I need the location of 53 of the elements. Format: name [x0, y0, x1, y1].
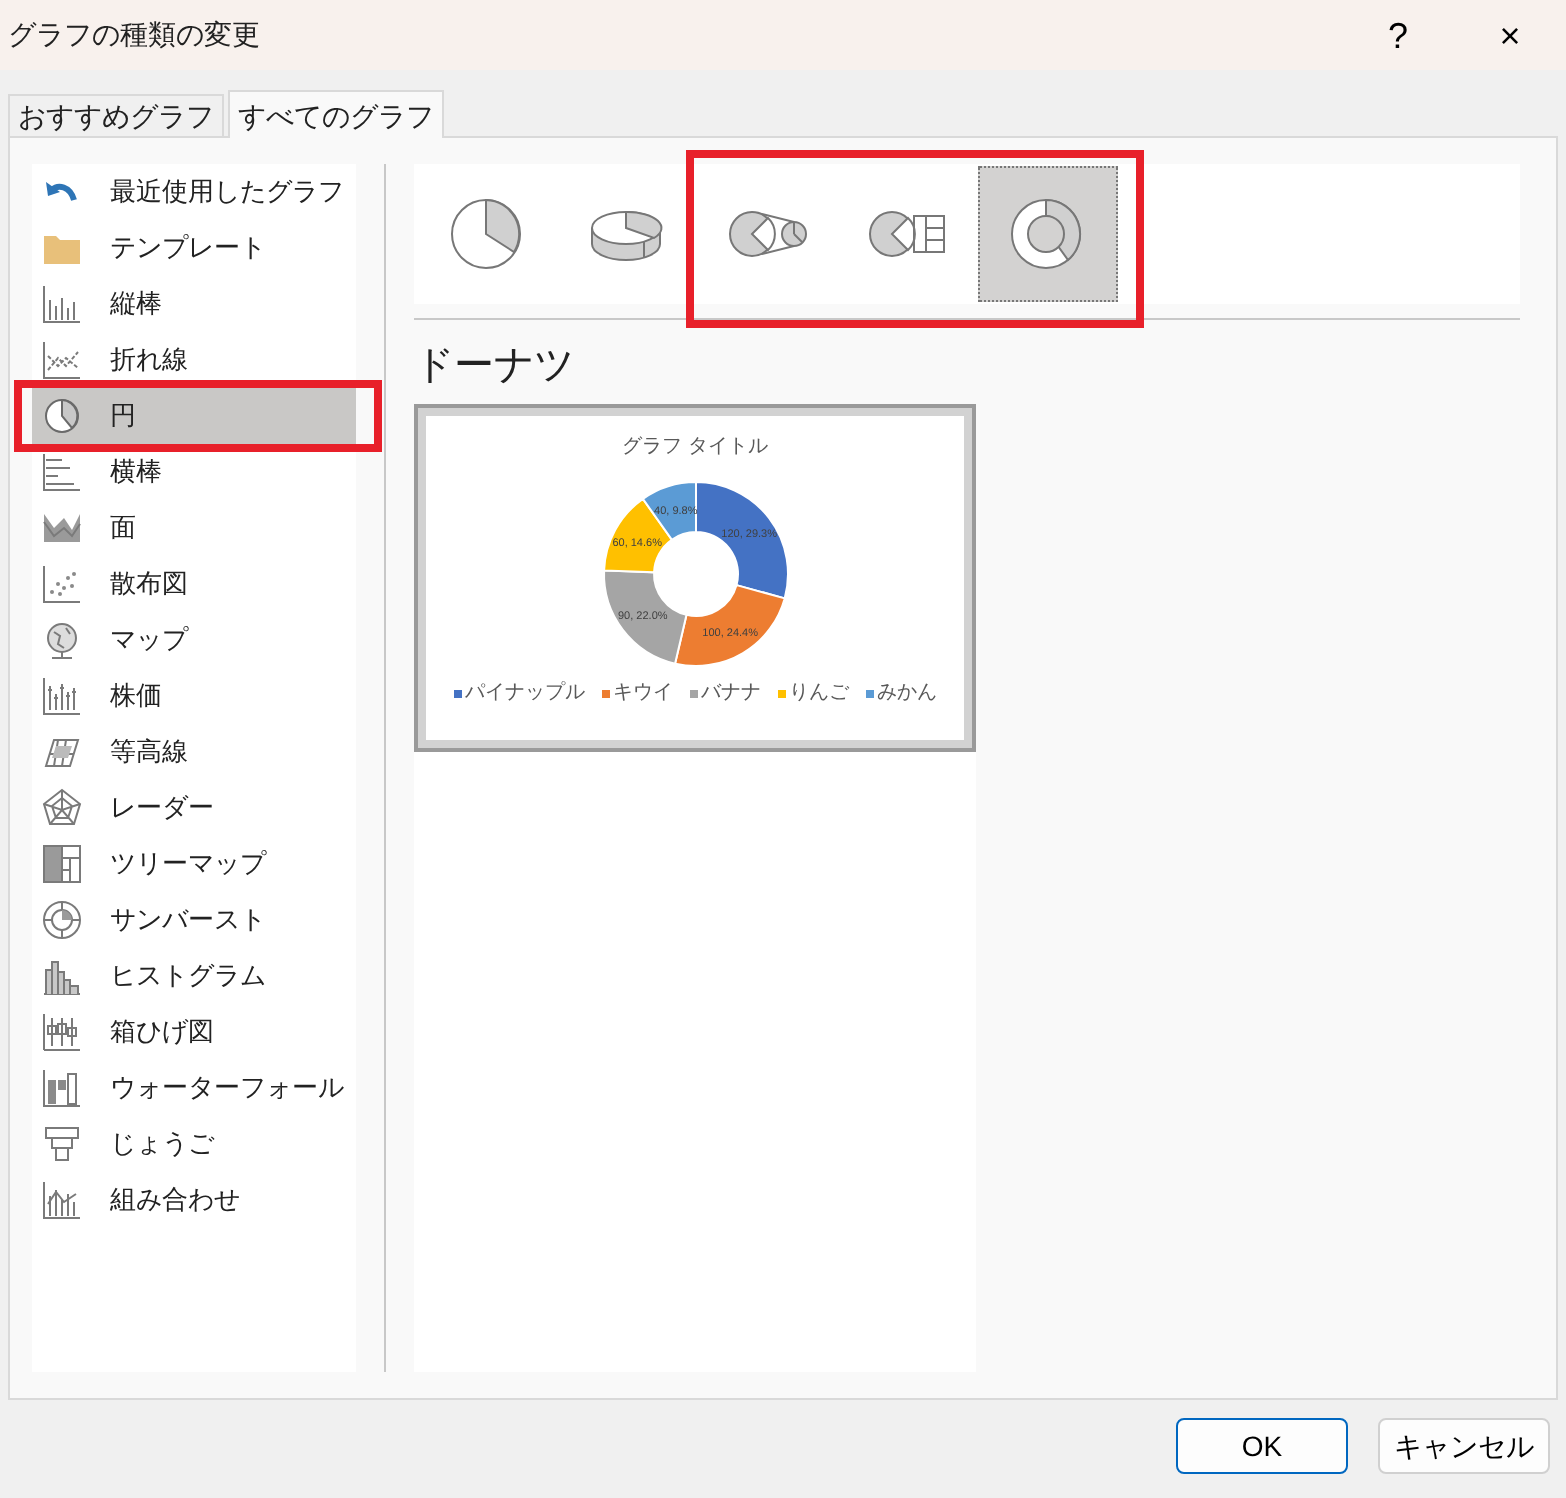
donut-slice	[602, 569, 687, 665]
tab[interactable]: すべてのグラフ	[228, 90, 444, 138]
sidebar-item[interactable]: 折れ線	[32, 332, 356, 388]
combo-chart-icon	[40, 1178, 84, 1222]
waterfall-chart-icon	[40, 1066, 84, 1110]
sidebar-item[interactable]: ウォーターフォール	[32, 1060, 356, 1116]
box-plot-icon	[40, 1010, 84, 1054]
sidebar-item[interactable]: レーダー	[32, 780, 356, 836]
legend-item: みかん	[865, 682, 937, 706]
sidebar-item[interactable]: 面	[32, 500, 356, 556]
scatter-chart-icon	[40, 562, 84, 606]
chart-type-title: ドーナツ	[414, 342, 576, 392]
legend-item: キウイ	[601, 682, 673, 706]
sidebar-item[interactable]: 株価	[32, 668, 356, 724]
window-title: グラフの種類の変更	[8, 16, 262, 54]
sidebar-item[interactable]: サンバースト	[32, 892, 356, 948]
column-chart-icon	[40, 282, 84, 326]
chart-title: グラフ タイトル	[622, 434, 768, 462]
ok-button[interactable]: OK	[1176, 1418, 1348, 1474]
help-button[interactable]: ?	[1342, 17, 1454, 53]
tab[interactable]: おすすめグラフ	[8, 94, 224, 136]
sidebar-item[interactable]: じょうご	[32, 1116, 356, 1172]
sidebar-item[interactable]: マップ	[32, 612, 356, 668]
bar-chart-icon	[40, 450, 84, 494]
chart-subtype-button[interactable]	[978, 166, 1118, 302]
legend-label: りんご	[789, 682, 849, 706]
sunburst-icon	[40, 898, 84, 942]
sidebar-item[interactable]: テンプレート	[32, 220, 356, 276]
pie-chart-icon	[40, 394, 84, 438]
legend-label: バナナ	[701, 682, 761, 706]
legend-item: バナナ	[689, 682, 761, 706]
radar-chart-icon	[40, 786, 84, 830]
legend-label: みかん	[877, 682, 937, 706]
sidebar-item[interactable]: 箱ひげ図	[32, 1004, 356, 1060]
sidebar-item[interactable]: 組み合わせ	[32, 1172, 356, 1228]
cancel-button[interactable]: キャンセル	[1378, 1418, 1550, 1474]
sidebar-item[interactable]: 縦棒	[32, 276, 356, 332]
funnel-icon	[40, 1122, 84, 1166]
legend-item: りんご	[777, 682, 849, 706]
legend-item: パイナップル	[453, 682, 585, 706]
sidebar-item[interactable]: 横棒	[32, 444, 356, 500]
stock-chart-icon	[40, 674, 84, 718]
sidebar-item[interactable]: 円	[32, 388, 356, 444]
legend-label: キウイ	[613, 682, 673, 706]
sidebar-item[interactable]: ヒストグラム	[32, 948, 356, 1004]
sidebar-item[interactable]: ツリーマップ	[32, 836, 356, 892]
line-chart-icon	[40, 338, 84, 382]
sidebar-item[interactable]: 最近使用したグラフ	[32, 164, 356, 220]
sidebar-item[interactable]: 等高線	[32, 724, 356, 780]
donut-slice	[602, 497, 672, 574]
sidebar-item[interactable]: 散布図	[32, 556, 356, 612]
close-button[interactable]: ×	[1454, 17, 1566, 53]
treemap-icon	[40, 842, 84, 886]
